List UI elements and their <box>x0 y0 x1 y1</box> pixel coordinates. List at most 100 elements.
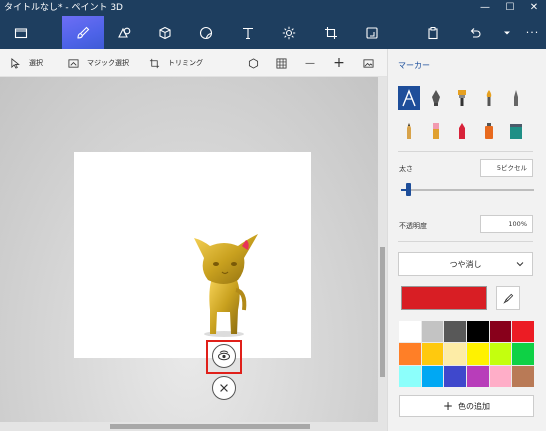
fill-brush[interactable] <box>505 119 527 143</box>
history-button[interactable] <box>496 16 518 49</box>
color-swatch[interactable] <box>489 365 512 387</box>
image-view-button[interactable] <box>357 49 379 77</box>
vertical-scroll-thumb[interactable] <box>380 247 385 377</box>
magic-select-icon <box>68 58 79 68</box>
color-swatch[interactable] <box>399 365 421 387</box>
text-tool-button[interactable] <box>227 16 269 49</box>
3d-view-button[interactable] <box>242 49 264 77</box>
marker-icon <box>402 89 416 107</box>
color-swatch[interactable] <box>489 321 512 343</box>
horizontal-scroll-thumb[interactable] <box>110 424 310 429</box>
3d-view-icon <box>248 57 258 69</box>
paste-icon <box>428 26 438 39</box>
paste-button[interactable] <box>413 16 453 49</box>
finish-dropdown[interactable]: つや消し <box>398 252 533 276</box>
calligraphy-pen-brush[interactable] <box>425 86 447 110</box>
canvas-tool-button[interactable] <box>310 16 352 49</box>
color-swatch[interactable] <box>466 343 489 365</box>
stickers-tool-button[interactable] <box>185 16 227 49</box>
magic-select-button[interactable]: マジック選択 <box>68 49 129 77</box>
more-button[interactable]: ··· <box>519 16 546 49</box>
brushes-tool-button[interactable] <box>62 16 104 49</box>
main-toolbar: ··· <box>0 16 546 49</box>
eraser-icon <box>433 123 439 139</box>
color-swatch[interactable] <box>444 343 466 365</box>
history-chevron-icon <box>504 31 510 34</box>
effects-tool-button[interactable] <box>268 16 310 49</box>
color-swatch[interactable] <box>444 321 466 343</box>
panel-divider <box>398 241 533 242</box>
eyedropper-icon <box>502 293 513 304</box>
thickness-slider-thumb[interactable] <box>406 183 411 196</box>
2d-shapes-tool-button[interactable] <box>103 16 145 49</box>
annotation-highlight-box <box>206 340 242 374</box>
color-swatch[interactable] <box>421 343 444 365</box>
spray-can-brush[interactable] <box>478 119 500 143</box>
pencil-brush[interactable] <box>398 119 420 143</box>
watercolor-brush[interactable] <box>478 86 500 110</box>
calligraphy-pen-icon <box>432 90 440 106</box>
3d-shapes-tool-button[interactable] <box>144 16 186 49</box>
oil-brush-icon <box>458 90 466 106</box>
close-window-button[interactable]: ✕ <box>522 0 546 16</box>
crayon-icon <box>459 123 465 139</box>
window-title: タイトルなし* - ペイント 3D <box>4 3 123 13</box>
image-icon <box>363 58 373 68</box>
crop-icon <box>149 58 160 68</box>
minimize-button[interactable]: — <box>473 0 497 16</box>
horizontal-scrollbar[interactable] <box>0 422 387 431</box>
opacity-value-field[interactable]: 100% <box>480 215 533 233</box>
2d-shapes-icon <box>118 27 131 38</box>
marker-brush[interactable] <box>398 86 420 110</box>
color-swatch[interactable] <box>489 343 512 365</box>
folder-icon <box>14 27 28 38</box>
undo-button[interactable] <box>455 16 495 49</box>
close-icon <box>220 384 228 392</box>
grid-button[interactable] <box>270 49 292 77</box>
3d-cat-model[interactable] <box>186 230 264 340</box>
thickness-slider-track[interactable] <box>401 189 534 191</box>
grid-icon <box>276 58 286 68</box>
color-swatch[interactable] <box>421 365 444 387</box>
pointer-icon <box>11 57 20 69</box>
zoom-out-button[interactable]: — <box>299 49 321 77</box>
pencil-icon <box>407 123 411 139</box>
title-bar: タイトルなし* - ペイント 3D — ☐ ✕ <box>0 0 546 16</box>
thickness-label: 太さ <box>399 165 413 173</box>
panel-heading: マーカー <box>398 61 430 70</box>
color-swatch[interactable] <box>444 365 466 387</box>
color-swatch[interactable] <box>512 343 534 365</box>
pixel-pen-icon <box>514 90 518 106</box>
magic-select-label: マジック選択 <box>87 59 129 67</box>
remix3d-tool-button[interactable] <box>351 16 393 49</box>
crop-button[interactable]: トリミング <box>149 49 203 77</box>
color-swatch[interactable] <box>399 343 421 365</box>
add-color-button[interactable]: + 色の追加 <box>399 395 534 417</box>
color-swatch[interactable] <box>512 365 534 387</box>
delete-object-button[interactable] <box>212 376 236 400</box>
oil-brush[interactable] <box>451 86 473 110</box>
undo-icon <box>470 27 481 38</box>
maximize-button[interactable]: ☐ <box>498 0 522 16</box>
menu-button[interactable] <box>0 16 42 49</box>
crayon-brush[interactable] <box>451 119 473 143</box>
cube-icon <box>159 26 171 39</box>
pixel-pen-brush[interactable] <box>505 86 527 110</box>
thickness-value-field[interactable]: 5ピクセル <box>480 159 533 177</box>
eyedropper-button[interactable] <box>496 286 520 310</box>
color-swatch[interactable] <box>399 321 421 343</box>
zoom-in-button[interactable]: + <box>328 49 350 77</box>
eraser-brush[interactable] <box>425 119 447 143</box>
color-swatch[interactable] <box>512 321 534 343</box>
current-color-swatch[interactable] <box>401 286 487 310</box>
vertical-scrollbar[interactable] <box>378 77 387 422</box>
brush-icon <box>77 26 90 39</box>
opacity-label: 不透明度 <box>399 222 427 230</box>
select-label: 選択 <box>29 59 43 67</box>
select-button[interactable]: 選択 <box>10 49 43 77</box>
color-swatch[interactable] <box>466 365 489 387</box>
color-swatch[interactable] <box>421 321 444 343</box>
color-swatch[interactable] <box>466 321 489 343</box>
watercolor-icon <box>486 90 492 106</box>
selection-toolbar: 選択 マジック選択 トリミング — + <box>0 49 387 77</box>
